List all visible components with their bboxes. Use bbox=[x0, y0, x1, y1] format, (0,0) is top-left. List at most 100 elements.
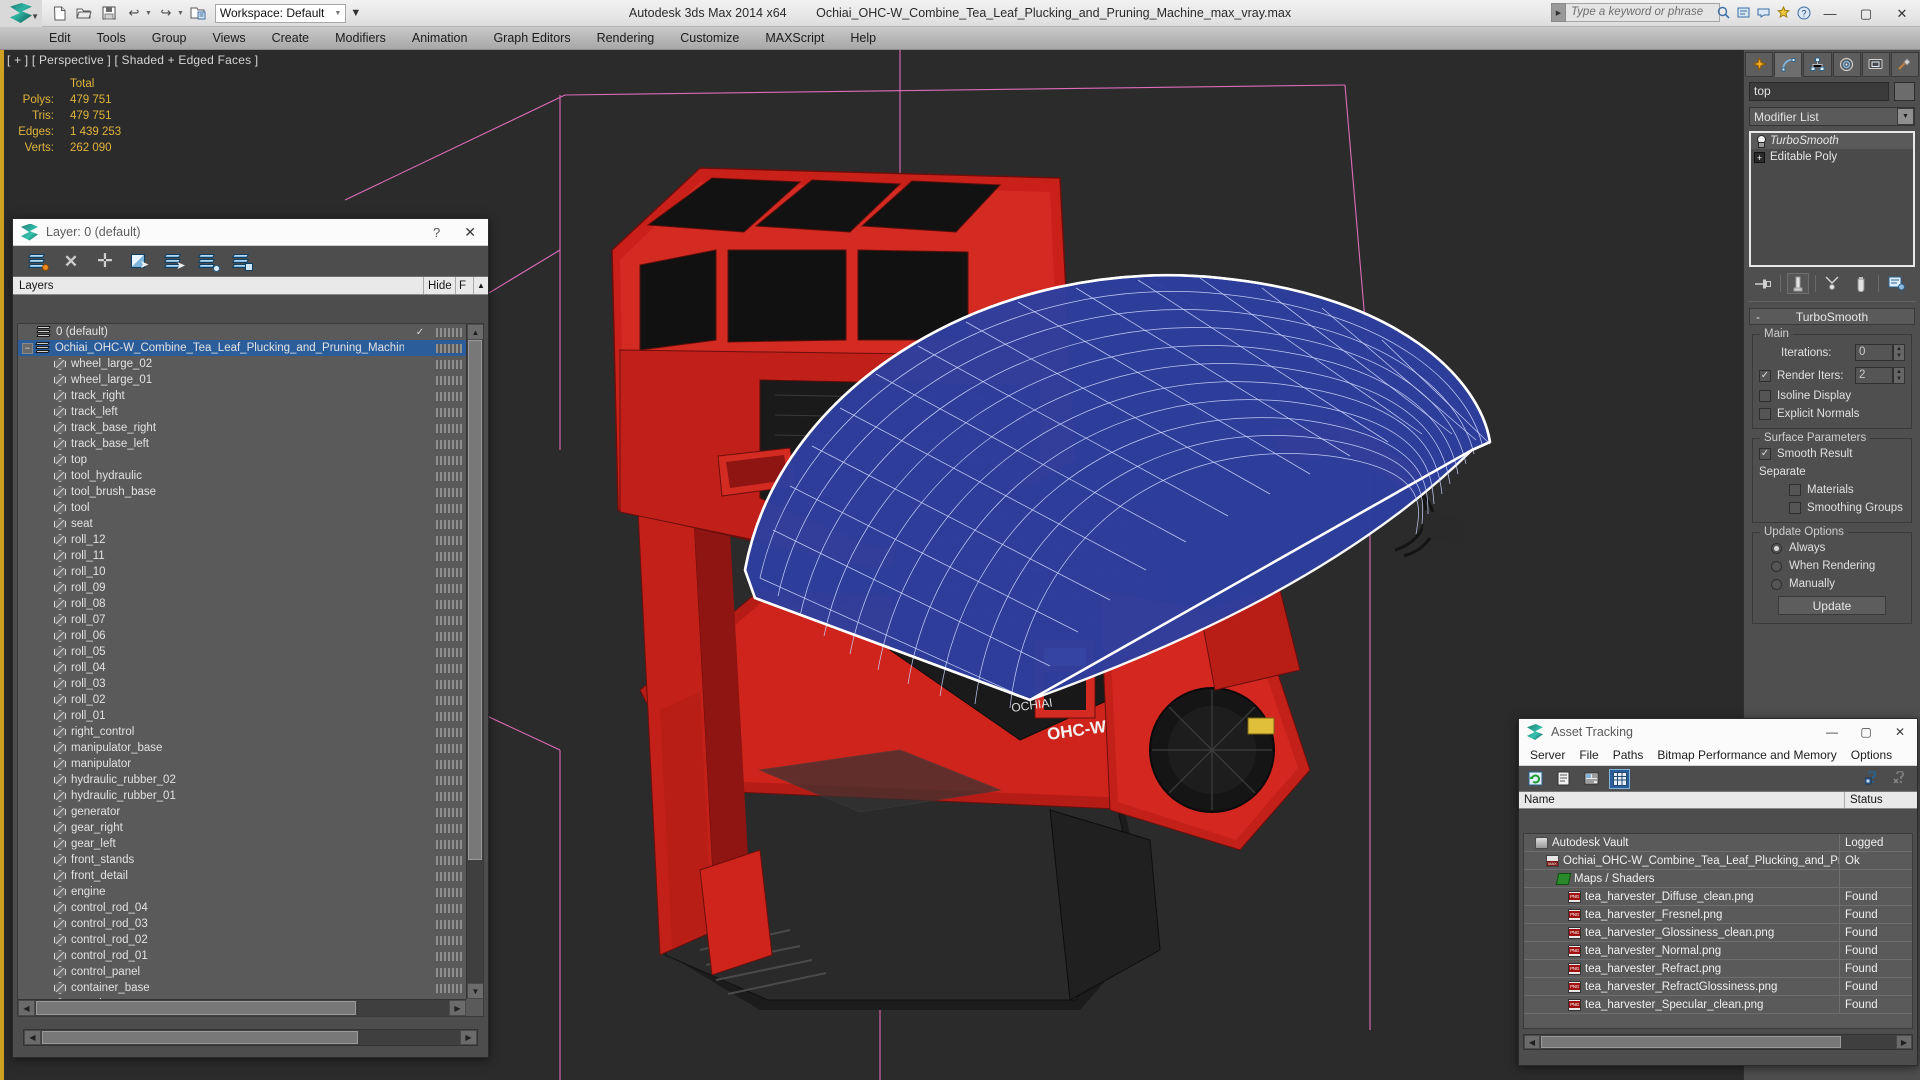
object-row[interactable]: generator bbox=[18, 804, 466, 820]
display-tab[interactable] bbox=[1861, 52, 1890, 77]
object-row[interactable]: hydraulic_rubber_01 bbox=[18, 788, 466, 804]
close-button[interactable]: ✕ bbox=[1884, 0, 1920, 27]
asset-list-body[interactable]: Autodesk Vault Logged Ochiai_OHC-W_Combin… bbox=[1523, 833, 1913, 1029]
row-toggles[interactable] bbox=[404, 599, 466, 609]
asset-row[interactable]: tea_harvester_RefractGlossiness.png Found bbox=[1524, 978, 1912, 996]
add-selection-to-layer-icon[interactable]: ✛ bbox=[95, 251, 115, 271]
object-row[interactable]: roll_09 bbox=[18, 580, 466, 596]
row-toggles[interactable] bbox=[404, 455, 466, 465]
create-tab[interactable] bbox=[1745, 52, 1774, 77]
object-row[interactable]: track_base_right bbox=[18, 420, 466, 436]
object-row[interactable]: tool_hydraulic bbox=[18, 468, 466, 484]
freeze-toggle[interactable] bbox=[436, 679, 462, 689]
row-toggles[interactable] bbox=[404, 727, 466, 737]
field-explicit-normals[interactable]: Explicit Normals bbox=[1759, 408, 1905, 420]
asset-hscroll-thumb[interactable] bbox=[1541, 1036, 1841, 1048]
row-toggles[interactable] bbox=[404, 983, 466, 993]
column-status[interactable]: Status bbox=[1845, 792, 1917, 808]
open-file-icon[interactable] bbox=[73, 3, 95, 24]
layer-list-hscrollbar[interactable]: ◀ ▶ bbox=[18, 999, 466, 1016]
separate-smoothing-groups-checkbox[interactable] bbox=[1789, 502, 1801, 514]
row-toggles[interactable] bbox=[404, 535, 466, 545]
render-iters-spinner[interactable]: 2 ▲ ▼ bbox=[1855, 367, 1905, 384]
object-row[interactable]: control_rod_03 bbox=[18, 916, 466, 932]
object-row[interactable]: roll_08 bbox=[18, 596, 466, 612]
freeze-toggle[interactable] bbox=[436, 631, 462, 641]
object-row[interactable]: manipulator_base bbox=[18, 740, 466, 756]
rollout-collapse-icon[interactable]: - bbox=[1756, 310, 1760, 324]
render-iters-value[interactable]: 2 bbox=[1855, 367, 1893, 384]
freeze-toggle[interactable] bbox=[436, 583, 462, 593]
object-row[interactable]: roll_12 bbox=[18, 532, 466, 548]
row-toggles[interactable] bbox=[404, 551, 466, 561]
freeze-toggle[interactable] bbox=[436, 439, 462, 449]
undo-dropdown-icon[interactable]: ▼ bbox=[145, 10, 152, 17]
layer-rows-container[interactable]: 0 (default) ✓ − Ochiai_OHC-W_Combine_Tea_Le… bbox=[18, 324, 466, 999]
freeze-toggle[interactable] bbox=[436, 519, 462, 529]
redo-icon[interactable]: ↪ bbox=[155, 3, 177, 24]
modifier-stack[interactable]: TurboSmooth + Editable Poly bbox=[1749, 131, 1915, 267]
asset-row[interactable]: tea_harvester_Normal.png Found bbox=[1524, 942, 1912, 960]
show-end-result-icon[interactable] bbox=[1787, 273, 1809, 294]
freeze-toggle[interactable] bbox=[436, 839, 462, 849]
object-row[interactable]: gear_left bbox=[18, 836, 466, 852]
object-row[interactable]: roll_02 bbox=[18, 692, 466, 708]
column-name[interactable]: Name bbox=[1519, 792, 1845, 808]
modify-tab[interactable] bbox=[1774, 52, 1803, 77]
row-toggles[interactable] bbox=[404, 679, 466, 689]
viewport-label[interactable]: [ + ] [ Perspective ] [ Shaded + Edged F… bbox=[7, 53, 258, 67]
row-toggles[interactable] bbox=[404, 903, 466, 913]
object-row[interactable]: front_stands bbox=[18, 852, 466, 868]
row-toggles[interactable] bbox=[404, 711, 466, 721]
column-hide[interactable]: Hide bbox=[424, 277, 456, 294]
spinner-arrows-icon[interactable]: ▲ ▼ bbox=[1893, 344, 1905, 361]
asset-tracking-window[interactable]: Asset Tracking — ▢ ✕ Server File Paths B… bbox=[1518, 718, 1918, 1066]
minimize-button[interactable]: — bbox=[1815, 719, 1849, 745]
separate-materials-checkbox[interactable] bbox=[1789, 484, 1801, 496]
rollout-header[interactable]: - TurboSmooth bbox=[1749, 308, 1915, 325]
freeze-toggle[interactable] bbox=[436, 471, 462, 481]
freeze-toggle[interactable] bbox=[436, 935, 462, 945]
asset-row[interactable]: tea_harvester_Fresnel.png Found bbox=[1524, 906, 1912, 924]
set-project-folder-icon[interactable] bbox=[187, 3, 209, 24]
freeze-toggle[interactable] bbox=[436, 695, 462, 705]
object-row[interactable]: roll_05 bbox=[18, 644, 466, 660]
menu-help[interactable]: Help bbox=[837, 27, 889, 49]
workspace-dropdown-icon[interactable]: ▼ bbox=[350, 7, 361, 19]
spinner-arrows-icon[interactable]: ▲ ▼ bbox=[1893, 367, 1905, 384]
row-toggles[interactable] bbox=[404, 775, 466, 785]
menu-file[interactable]: File bbox=[1572, 748, 1605, 762]
menu-paths[interactable]: Paths bbox=[1606, 748, 1651, 762]
asset-rows-container[interactable]: Autodesk Vault Logged Ochiai_OHC-W_Combin… bbox=[1524, 834, 1912, 1014]
workspace-selector[interactable]: Workspace: Default ▼ bbox=[214, 3, 347, 23]
object-row[interactable]: roll_11 bbox=[18, 548, 466, 564]
grid-view-icon[interactable] bbox=[1609, 768, 1630, 789]
freeze-toggle[interactable] bbox=[436, 503, 462, 513]
asset-row[interactable]: Maps / Shaders bbox=[1524, 870, 1912, 888]
object-row[interactable]: top bbox=[18, 452, 466, 468]
freeze-toggle[interactable] bbox=[436, 983, 462, 993]
modifier-stack-item-editable-poly[interactable]: + Editable Poly bbox=[1751, 149, 1913, 165]
object-row[interactable]: roll_04 bbox=[18, 660, 466, 676]
freeze-toggle[interactable] bbox=[436, 567, 462, 577]
object-row[interactable]: control_panel bbox=[18, 964, 466, 980]
scroll-up-arrow-icon[interactable]: ▲ bbox=[467, 324, 483, 340]
object-row[interactable]: roll_06 bbox=[18, 628, 466, 644]
chevron-down-icon[interactable]: ▼ bbox=[1897, 108, 1914, 125]
vscroll-thumb[interactable] bbox=[468, 340, 482, 860]
freeze-toggle[interactable] bbox=[436, 391, 462, 401]
field-update-when-rendering[interactable]: When Rendering bbox=[1771, 560, 1905, 572]
communication-center-icon[interactable] bbox=[1755, 4, 1772, 21]
object-row[interactable]: hydraulic_rubber_02 bbox=[18, 772, 466, 788]
update-when-rendering-radio[interactable] bbox=[1771, 560, 1782, 572]
scroll-left-arrow-icon[interactable]: ◀ bbox=[24, 1030, 41, 1045]
row-toggles[interactable] bbox=[404, 967, 466, 977]
hscroll-thumb[interactable] bbox=[36, 1001, 356, 1015]
help-button[interactable]: ? bbox=[421, 225, 452, 240]
object-row[interactable]: wheel_large_02 bbox=[18, 356, 466, 372]
highlight-selected-objects-icon[interactable] bbox=[197, 251, 220, 272]
freeze-toggle[interactable] bbox=[436, 871, 462, 881]
detail-view-icon[interactable] bbox=[1581, 769, 1602, 789]
object-row[interactable]: control_rod_01 bbox=[18, 948, 466, 964]
row-toggles[interactable] bbox=[404, 503, 466, 513]
